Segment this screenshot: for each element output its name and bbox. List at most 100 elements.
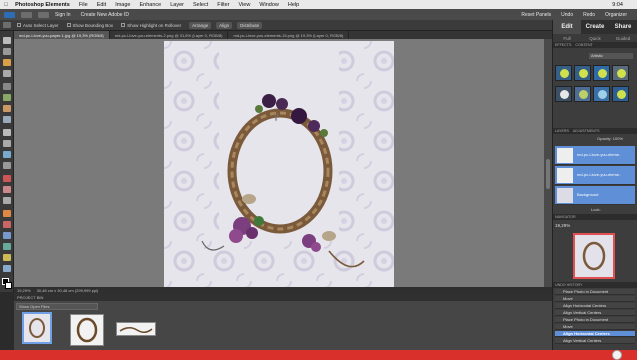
healing-brush-icon[interactable] (3, 186, 11, 193)
effect-swatch[interactable] (593, 86, 610, 102)
adjustments-title[interactable]: ADJUSTMENTS (573, 129, 600, 133)
sign-in-link[interactable]: Sign In (55, 12, 71, 18)
history-item[interactable]: Align Horizontal Centers (555, 303, 635, 309)
bounding-box-checkbox[interactable]: Show Bounding Box (66, 23, 113, 28)
apple-icon[interactable]:  (4, 2, 8, 8)
distribute-button[interactable]: Distribute (237, 21, 263, 29)
menu-edit[interactable]: Edit (97, 2, 106, 8)
history-item[interactable]: Place Photo in Document (555, 317, 635, 323)
effect-swatch[interactable] (612, 65, 629, 81)
bin-thumbnail[interactable] (116, 322, 156, 336)
subtab-guided[interactable]: Guided (609, 36, 637, 41)
gradient-tool-icon[interactable] (3, 254, 11, 261)
zoom-readout[interactable]: 19,29% (17, 288, 31, 293)
opacity-control[interactable]: Opacity: 100% (597, 136, 623, 141)
eyedropper-tool-icon[interactable] (3, 70, 11, 77)
type-tool-icon[interactable] (3, 129, 11, 136)
undo-button[interactable]: Undo (561, 12, 573, 18)
effects-header[interactable]: EFFECTS CONTENT (553, 42, 637, 48)
clone-stamp-icon[interactable] (3, 197, 11, 204)
menu-enhance[interactable]: Enhance (139, 2, 161, 8)
auto-select-checkbox[interactable]: Auto Select Layer (17, 23, 59, 28)
paint-bucket-icon[interactable] (3, 243, 11, 250)
layer-row[interactable]: md-pc-i-love-you-eleme.. (555, 166, 635, 185)
navigator-preview[interactable] (573, 233, 615, 279)
bin-thumbnail[interactable] (70, 314, 104, 346)
menu-help[interactable]: Help (288, 2, 299, 8)
align-button[interactable]: Align (216, 21, 233, 29)
app-menu[interactable]: Photoshop Elements (15, 2, 70, 8)
history-item[interactable]: Align Vertical Centers (555, 310, 635, 316)
tab-share[interactable]: Share (609, 20, 637, 34)
marquee-tool-icon[interactable] (3, 83, 11, 90)
zoom-tool-icon[interactable] (3, 48, 11, 55)
layers-header[interactable]: LAYERS ADJUSTMENTS (553, 128, 637, 134)
magic-wand-tool-icon[interactable] (3, 105, 11, 112)
straighten-tool-icon[interactable] (3, 162, 11, 169)
hand-tool-icon[interactable] (3, 59, 11, 66)
vertical-scrollbar[interactable] (544, 39, 552, 287)
move-tool-icon (3, 22, 11, 28)
arrange-button[interactable]: Arrange (189, 21, 212, 29)
doc-tab[interactable]: md-pc-i-love-you-elements-2.png @ 31,6% … (110, 31, 229, 39)
eraser-tool-icon[interactable] (3, 221, 11, 228)
navigator-zoom[interactable]: 19,29% (555, 223, 570, 228)
stop-recording-button[interactable] (612, 350, 622, 360)
effect-swatch[interactable] (593, 65, 610, 81)
thumb-wreath-icon (29, 318, 45, 338)
history-item[interactable]: Place Photo in Document (555, 289, 635, 295)
effect-swatch[interactable] (555, 86, 572, 102)
layer-row[interactable]: md-pc-i-love-you-eleme.. (555, 146, 635, 165)
content-title[interactable]: CONTENT (575, 43, 592, 47)
view-button[interactable] (38, 11, 49, 18)
effect-swatch[interactable] (555, 65, 572, 81)
document-canvas[interactable] (164, 41, 394, 287)
show-files-select[interactable]: Show Open Files (16, 303, 98, 310)
history-header[interactable]: UNDO HISTORY (553, 282, 637, 288)
move-tool-icon[interactable] (3, 37, 11, 44)
selection-brush-icon[interactable] (3, 116, 11, 123)
organizer-button[interactable]: Organizer (605, 12, 627, 18)
doc-tab[interactable]: md-pc-i-love-you-paper-1.jpg @ 19,3% (RG… (14, 31, 110, 39)
crop-tool-icon[interactable] (3, 140, 11, 147)
menu-file[interactable]: File (79, 2, 88, 8)
effect-swatch[interactable] (574, 86, 591, 102)
background-color-swatch[interactable] (5, 282, 12, 289)
brush-tool-icon[interactable] (3, 232, 11, 239)
history-item[interactable]: Move (555, 296, 635, 302)
tab-edit[interactable]: Edit (553, 20, 581, 34)
redo-button[interactable]: Redo (583, 12, 595, 18)
history-item[interactable]: Align Vertical Centers (555, 338, 635, 344)
navigator-header[interactable]: NAVIGATOR (553, 214, 637, 220)
lasso-tool-icon[interactable] (3, 94, 11, 101)
menu-select[interactable]: Select (193, 2, 208, 8)
subtab-full[interactable]: Full (553, 36, 581, 41)
shape-tool-icon[interactable] (3, 265, 11, 272)
doc-tab[interactable]: md-pc-i-love-you-elements-15.png @ 19,3%… (228, 31, 350, 39)
effect-swatch[interactable] (612, 86, 629, 102)
highlight-checkbox[interactable]: Show Highlight on Rollover (121, 23, 181, 28)
layer-row[interactable]: Background (555, 186, 635, 205)
minimize-button[interactable] (21, 11, 32, 18)
history-item[interactable]: Move (555, 324, 635, 330)
opacity-value[interactable]: 100% (613, 136, 623, 141)
pencil-tool-icon[interactable] (3, 210, 11, 217)
scroll-thumb[interactable] (546, 159, 550, 189)
effects-dropdown-value: Artistic (591, 53, 603, 58)
red-eye-tool-icon[interactable] (3, 175, 11, 182)
menu-window[interactable]: Window (259, 2, 279, 8)
effect-swatch[interactable] (574, 65, 591, 81)
menu-filter[interactable]: Filter (217, 2, 229, 8)
subtab-quick[interactable]: Quick (581, 36, 609, 41)
reset-panels-button[interactable]: Reset Panels (521, 12, 551, 18)
menu-view[interactable]: View (239, 2, 251, 8)
cookie-cutter-icon[interactable] (3, 151, 11, 158)
effects-dropdown[interactable]: Artistic (589, 53, 633, 59)
tab-create[interactable]: Create (581, 20, 609, 34)
menu-image[interactable]: Image (115, 2, 130, 8)
project-bin-title: PROJECT BIN (17, 295, 44, 300)
menu-layer[interactable]: Layer (170, 2, 184, 8)
create-id-link[interactable]: Create New Adobe ID (81, 12, 129, 18)
bin-thumbnail[interactable] (22, 312, 52, 344)
history-item[interactable]: Align Horizontal Centers (555, 331, 635, 337)
